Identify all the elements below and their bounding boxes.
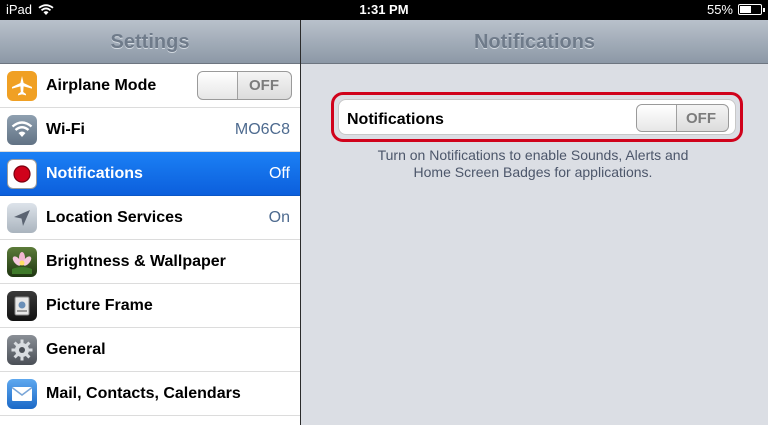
notifications-cell: Notifications OFF (338, 99, 736, 135)
sidebar-item-label: Wi-Fi (46, 120, 85, 138)
sidebar-item-general[interactable]: General (0, 328, 300, 372)
sidebar-title: Settings (0, 20, 300, 64)
airplane-mode-toggle[interactable]: OFF (197, 71, 292, 100)
wifi-icon (7, 115, 37, 145)
mail-icon (7, 379, 37, 409)
sidebar-item-location-services[interactable]: Location Services On (0, 196, 300, 240)
notifications-icon (7, 159, 37, 189)
sidebar-item-value: MO6C8 (234, 120, 290, 138)
detail-title: Notifications (301, 20, 768, 64)
sidebar-item-label: General (46, 340, 106, 358)
sidebar-item-label: Location Services (46, 208, 183, 226)
battery-icon (738, 4, 765, 15)
toggle-state: OFF (686, 110, 716, 127)
notifications-footer-text: Turn on Notifications to enable Sounds, … (331, 147, 735, 181)
toggle-state: OFF (249, 77, 279, 94)
sidebar-item-wifi[interactable]: Wi-Fi MO6C8 (0, 108, 300, 152)
toggle-knob (198, 72, 238, 99)
status-bar: iPad 1:31 PM 55% (0, 0, 768, 20)
picture-frame-icon (7, 291, 37, 321)
notifications-label: Notifications (347, 111, 444, 128)
sidebar-item-label: Picture Frame (46, 296, 153, 314)
detail-pane: Notifications Notifications OFF Turn on … (301, 20, 768, 425)
notifications-toggle[interactable]: OFF (636, 104, 729, 132)
airplane-icon (7, 71, 37, 101)
sidebar-item-airplane-mode[interactable]: Airplane Mode OFF (0, 64, 300, 108)
sidebar-item-picture-frame[interactable]: Picture Frame (0, 284, 300, 328)
sidebar-item-value: On (268, 208, 290, 226)
location-icon (7, 203, 37, 233)
settings-sidebar: Settings Airplane Mode OFF Wi-Fi MO6C8 N… (0, 20, 300, 425)
sidebar-item-value: Off (268, 164, 290, 182)
sidebar-item-label: Mail, Contacts, Calendars (46, 384, 241, 402)
battery-percent: 55% (706, 2, 733, 17)
sidebar-item-label: Notifications (46, 164, 143, 182)
status-time: 1:31 PM (359, 2, 409, 17)
sidebar-item-brightness-wallpaper[interactable]: Brightness & Wallpaper (0, 240, 300, 284)
sidebar-item-mail-contacts-calendars[interactable]: Mail, Contacts, Calendars (0, 372, 300, 416)
sidebar-item-notifications[interactable]: Notifications Off (0, 152, 300, 196)
notifications-highlight: Notifications OFF (331, 92, 743, 142)
brightness-icon (7, 247, 37, 277)
gear-icon (7, 335, 37, 365)
sidebar-item-label: Brightness & Wallpaper (46, 252, 226, 270)
footer-line-2: Home Screen Badges for applications. (413, 164, 653, 180)
toggle-knob (637, 105, 677, 131)
sidebar-item-label: Airplane Mode (46, 76, 157, 94)
footer-line-1: Turn on Notifications to enable Sounds, … (377, 147, 689, 163)
